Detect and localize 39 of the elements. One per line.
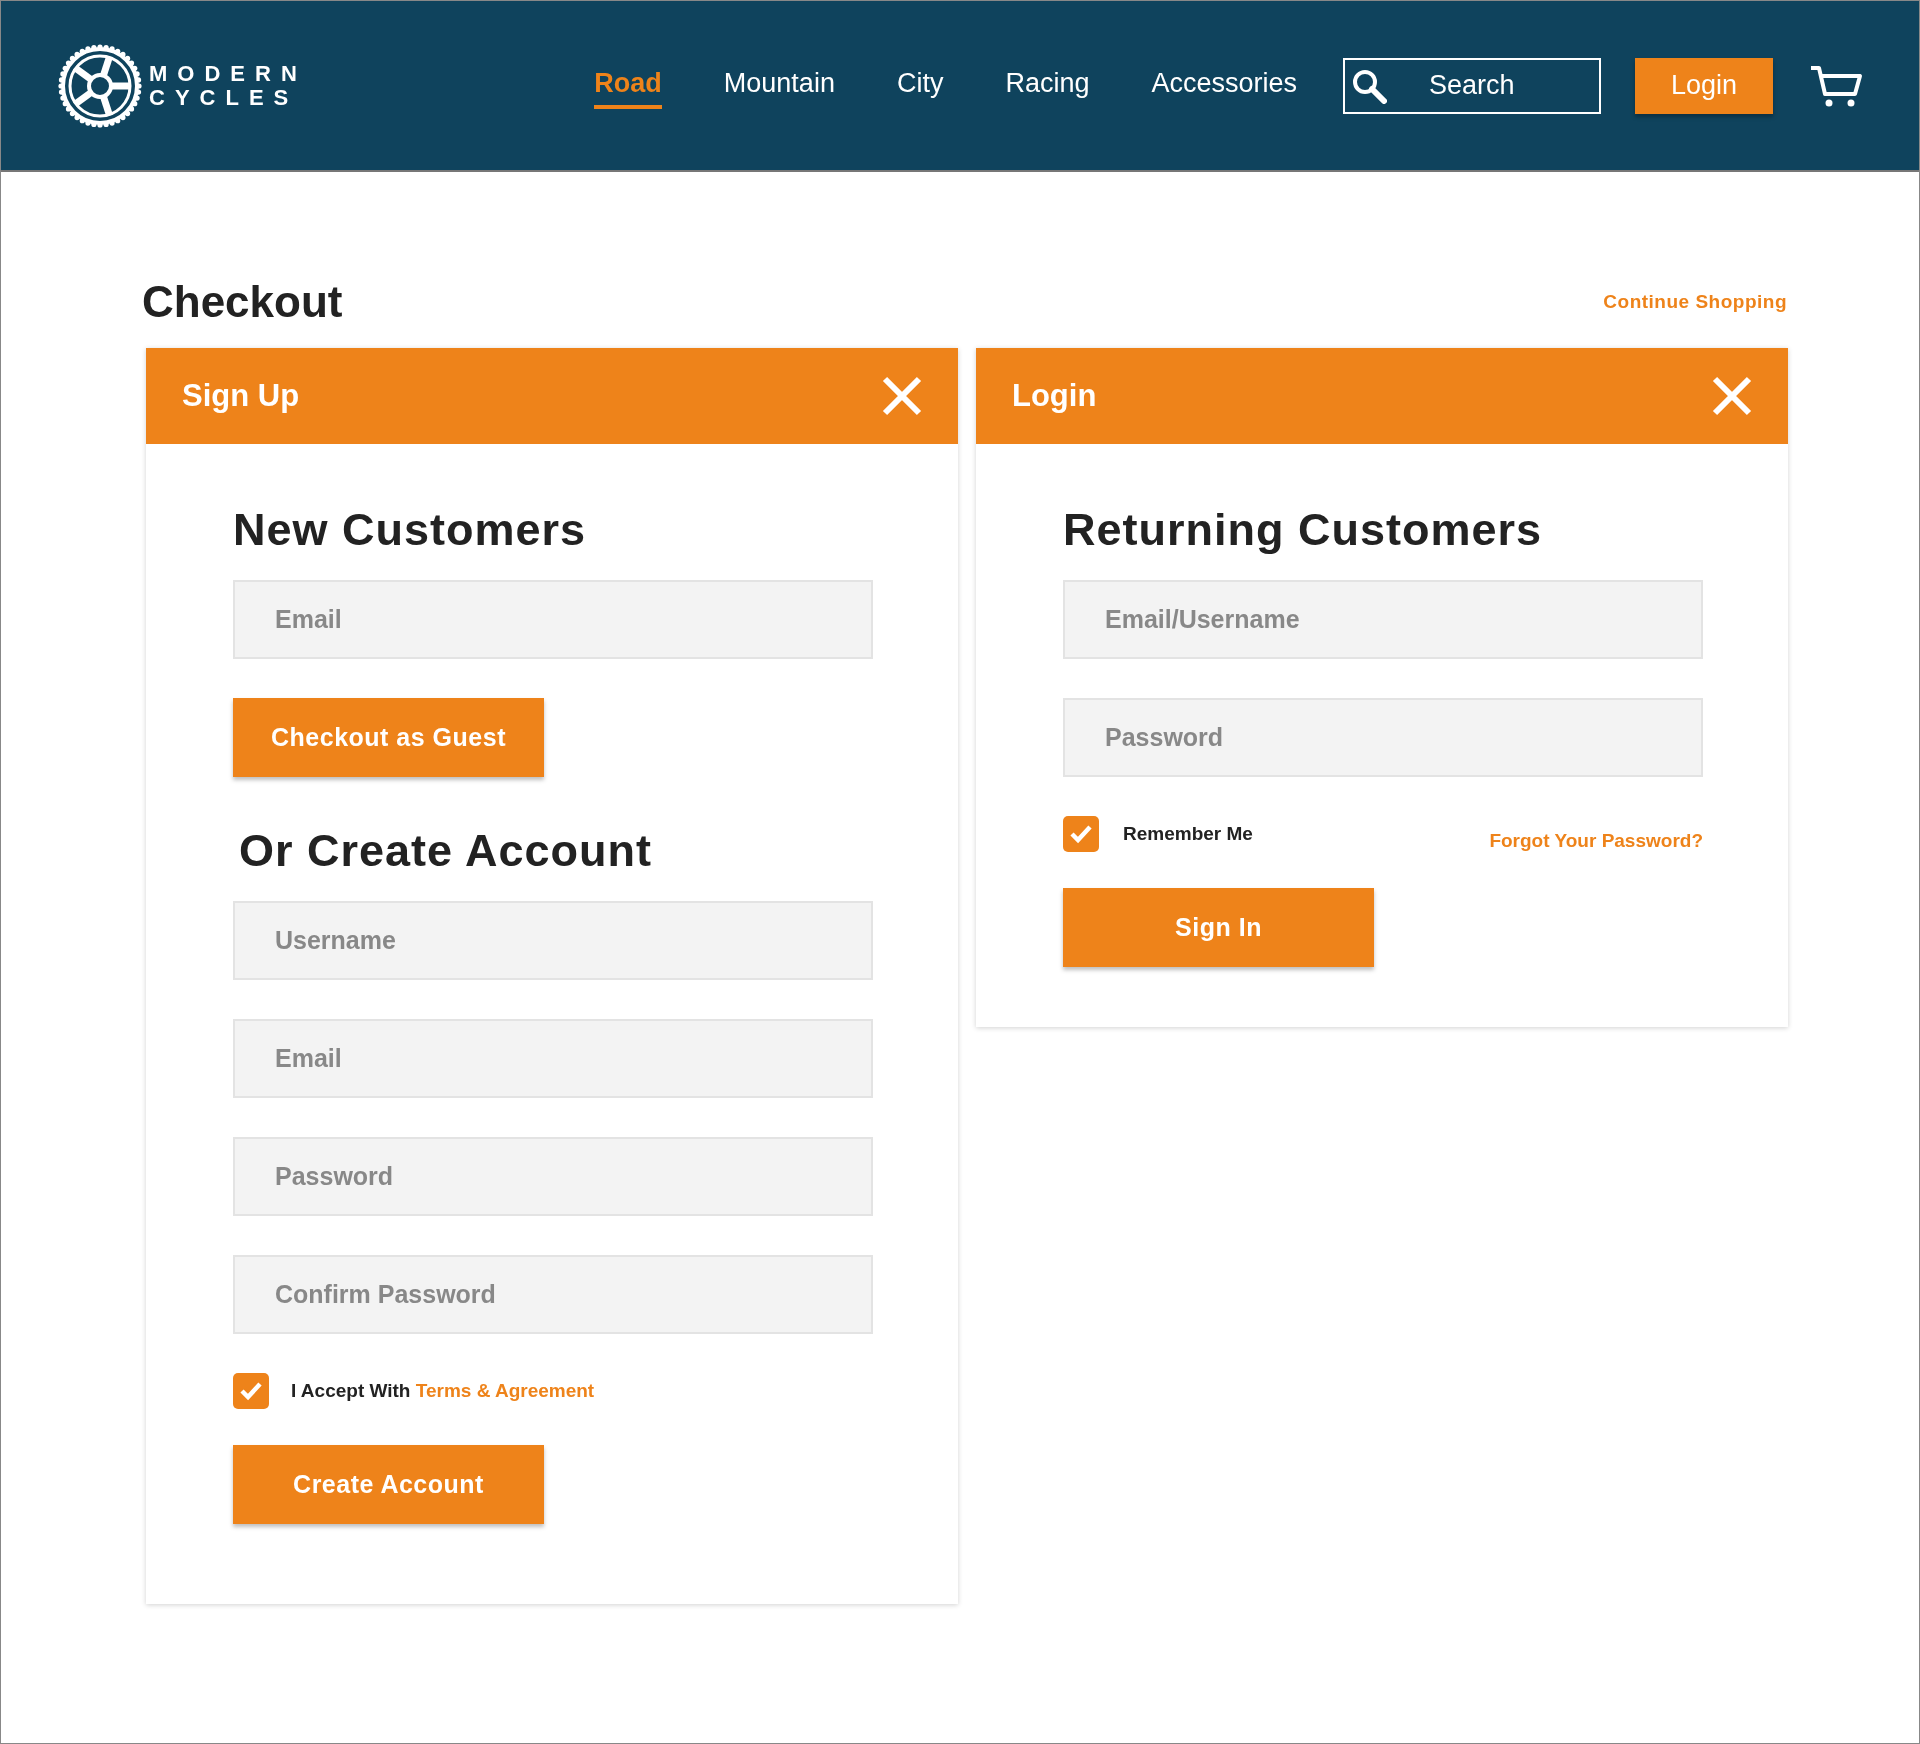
terms-label: I Accept With Terms & Agreement [291,1380,595,1402]
input-field[interactable]: Email [233,580,873,659]
sign-in-button[interactable]: Sign In [1063,888,1374,967]
terms-link[interactable]: Terms & Agreement [415,1380,595,1401]
create-account-button[interactable]: Create Account [233,1445,544,1524]
logo-text: CYCLES [149,85,300,110]
nav-tab[interactable]: Racing [1005,62,1090,109]
input-field[interactable]: Password [1063,698,1703,777]
page-title: Checkout [142,277,343,327]
input-field[interactable]: Password [233,1137,873,1216]
checkbox[interactable] [233,1373,269,1409]
remember-me-label: Remember Me [1123,823,1253,845]
forgot-password-link[interactable]: Forgot Your Password? [1489,830,1703,852]
checkmark-icon [1069,824,1093,844]
gear-logo-icon [57,42,143,129]
nav-tab[interactable]: Road [594,62,662,109]
search-icon [1351,67,1387,104]
nav-tab[interactable]: Accessories [1151,62,1297,109]
close-icon[interactable] [882,376,922,416]
nav-tab[interactable]: Mountain [723,62,835,109]
section-heading: Returning Customers [1063,504,1544,556]
login-button[interactable]: Login [1635,57,1773,114]
logo-text: MODERN [149,61,307,86]
panel-title: Login [1012,378,1097,414]
input-field[interactable]: Email/Username [1063,580,1703,659]
input-field[interactable]: Username [233,901,873,980]
input-field[interactable]: Confirm Password [233,1255,873,1334]
guest-checkout-button[interactable]: Checkout as Guest [233,698,544,777]
checkmark-icon [239,1381,263,1401]
continue-shopping-link[interactable]: Continue Shopping [1603,291,1787,313]
cart-icon[interactable] [1809,63,1863,108]
search-field[interactable]: Search [1343,57,1601,114]
input-field[interactable]: Email [233,1019,873,1098]
close-icon[interactable] [1712,376,1752,416]
checkbox[interactable] [1063,816,1099,852]
section-heading: New Customers [233,504,588,556]
panel-title: Sign Up [182,378,300,414]
section-heading: Or Create Account [239,825,653,877]
nav-tab[interactable]: City [896,62,944,109]
